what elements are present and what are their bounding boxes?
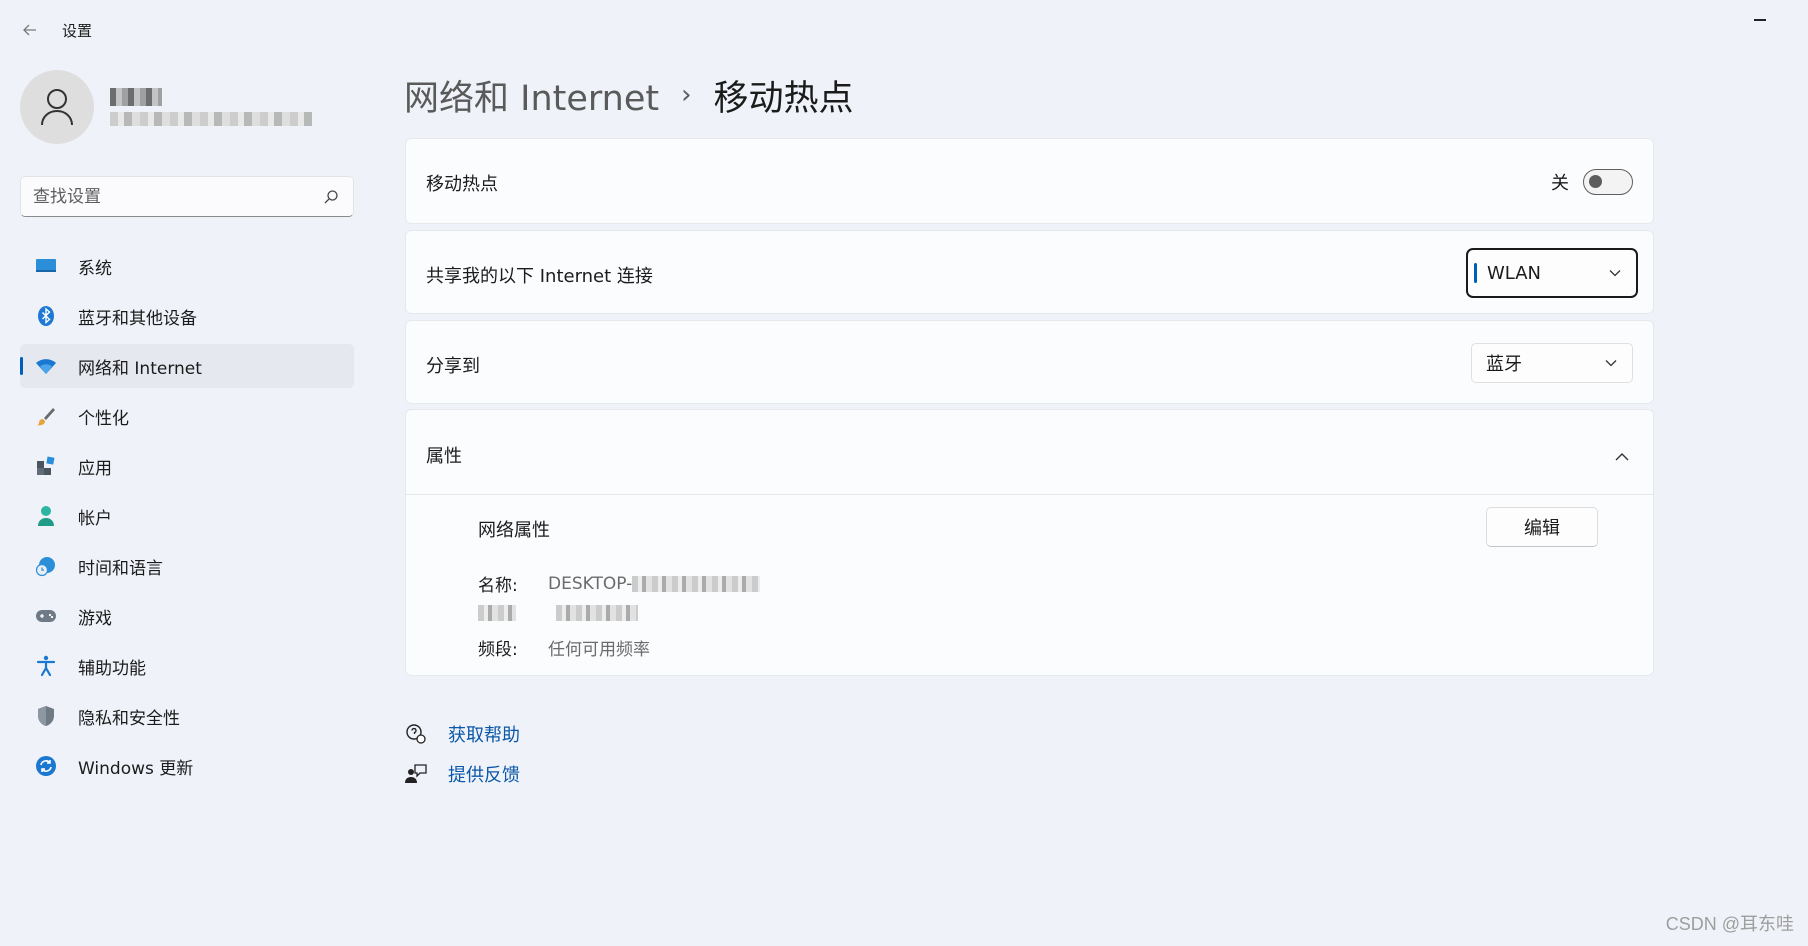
sidebar-item-label: 网络和 Internet: [78, 358, 202, 379]
gamepad-icon: [34, 604, 58, 628]
app-title: 设置: [62, 22, 93, 40]
sidebar-item-personalization[interactable]: 个性化: [20, 394, 354, 438]
chevron-down-icon: [1604, 356, 1618, 370]
give-feedback-label: 提供反馈: [448, 765, 520, 786]
page-title: 移动热点: [713, 78, 854, 119]
account-icon: [34, 504, 58, 528]
properties-card: 属性 网络属性 编辑 名称: DESKTOP- 频段: 任何可用频率: [405, 409, 1654, 676]
property-password-row: [478, 603, 638, 623]
sidebar-item-label: 应用: [78, 458, 112, 479]
property-name-key: 名称:: [478, 576, 518, 596]
chevron-right-icon: ›: [681, 80, 692, 110]
sidebar-item-label: 个性化: [78, 408, 129, 429]
sidebar-item-label: 游戏: [78, 608, 112, 629]
network-properties-label: 网络属性: [478, 520, 550, 541]
breadcrumb: 网络和 Internet › 移动热点: [404, 70, 854, 120]
property-password-key-redacted: [478, 603, 548, 623]
property-band-key: 频段:: [478, 640, 518, 660]
sidebar-item-label: 蓝牙和其他设备: [78, 308, 197, 329]
share-to-select[interactable]: 蓝牙: [1471, 343, 1633, 383]
property-name-row: 名称: DESKTOP-: [478, 571, 761, 596]
share-to-card: 分享到 蓝牙: [405, 320, 1654, 404]
person-icon: [41, 89, 73, 126]
properties-label: 属性: [426, 446, 462, 467]
system-display-icon: [34, 254, 58, 278]
back-button[interactable]: [16, 16, 44, 44]
user-profile[interactable]: [20, 70, 312, 144]
chevron-up-icon[interactable]: [1613, 448, 1631, 466]
bluetooth-icon: [34, 304, 58, 328]
sidebar-item-label: 时间和语言: [78, 558, 163, 579]
sidebar-item-bluetooth[interactable]: 蓝牙和其他设备: [20, 294, 354, 338]
help-links: 获取帮助 提供反馈: [404, 714, 520, 794]
accessibility-icon: [34, 654, 58, 678]
divider: [406, 494, 1653, 495]
sidebar-item-time-language[interactable]: 时间和语言: [20, 544, 354, 588]
sidebar-item-gaming[interactable]: 游戏: [20, 594, 354, 638]
title-bar: 设置: [0, 0, 1808, 60]
sidebar-item-label: Windows 更新: [78, 758, 194, 779]
property-band-value: 任何可用频率: [548, 640, 650, 660]
hotspot-card: 移动热点 关: [405, 138, 1654, 224]
hotspot-toggle-group: 关: [1551, 169, 1633, 195]
sidebar-nav: 系统 蓝牙和其他设备 网络和 Internet 个性化 应用 帐户 时间和语言 …: [20, 244, 354, 794]
property-band-row: 频段: 任何可用频率: [478, 635, 650, 660]
update-icon: [34, 754, 58, 778]
edit-button[interactable]: 编辑: [1486, 507, 1598, 547]
share-from-label: 共享我的以下 Internet 连接: [426, 266, 653, 287]
sidebar-item-network[interactable]: 网络和 Internet: [20, 344, 354, 388]
wifi-icon: [34, 354, 58, 378]
sidebar-item-accounts[interactable]: 帐户: [20, 494, 354, 538]
help-chat-icon: [404, 722, 428, 746]
avatar: [20, 70, 94, 144]
share-to-label: 分享到: [426, 356, 480, 377]
apps-icon: [34, 454, 58, 478]
redacted-block: [632, 575, 761, 592]
sidebar-item-privacy[interactable]: 隐私和安全性: [20, 694, 354, 738]
sidebar-item-windows-update[interactable]: Windows 更新: [20, 744, 354, 788]
toggle-knob: [1589, 175, 1602, 188]
chevron-down-icon: [1608, 266, 1622, 280]
get-help-link[interactable]: 获取帮助: [404, 714, 520, 754]
toggle-state-text: 关: [1551, 173, 1569, 194]
search-box[interactable]: [20, 176, 354, 217]
brush-icon: [34, 404, 58, 428]
sidebar-item-label: 帐户: [78, 508, 112, 529]
minimize-button[interactable]: [1742, 6, 1778, 34]
redacted-block: [556, 605, 638, 621]
sidebar-item-system[interactable]: 系统: [20, 244, 354, 288]
watermark: CSDN @耳东哇: [1665, 914, 1794, 934]
sidebar-item-label: 隐私和安全性: [78, 708, 180, 729]
share-from-card: 共享我的以下 Internet 连接 WLAN: [405, 230, 1654, 314]
focus-indicator: [1474, 263, 1477, 283]
hotspot-toggle[interactable]: [1583, 169, 1633, 195]
sidebar-item-accessibility[interactable]: 辅助功能: [20, 644, 354, 688]
breadcrumb-parent[interactable]: 网络和 Internet: [404, 70, 659, 121]
hotspot-label: 移动热点: [426, 174, 498, 195]
profile-email-redacted: [110, 112, 312, 126]
share-to-value: 蓝牙: [1486, 354, 1522, 375]
get-help-label: 获取帮助: [448, 725, 520, 746]
shield-icon: [34, 704, 58, 728]
minimize-icon: [1754, 19, 1766, 21]
sidebar-item-apps[interactable]: 应用: [20, 444, 354, 488]
search-icon[interactable]: [321, 187, 341, 207]
search-input[interactable]: [33, 186, 321, 207]
give-feedback-link[interactable]: 提供反馈: [404, 754, 520, 794]
feedback-icon: [404, 762, 428, 786]
sidebar-item-label: 辅助功能: [78, 658, 146, 679]
share-from-select[interactable]: WLAN: [1466, 248, 1638, 298]
arrow-left-icon: [23, 24, 36, 36]
property-name-value: DESKTOP-: [548, 573, 633, 594]
profile-name-redacted: [110, 88, 162, 106]
share-from-value: WLAN: [1487, 262, 1542, 284]
sidebar-item-label: 系统: [78, 258, 112, 279]
globe-clock-icon: [34, 554, 58, 578]
